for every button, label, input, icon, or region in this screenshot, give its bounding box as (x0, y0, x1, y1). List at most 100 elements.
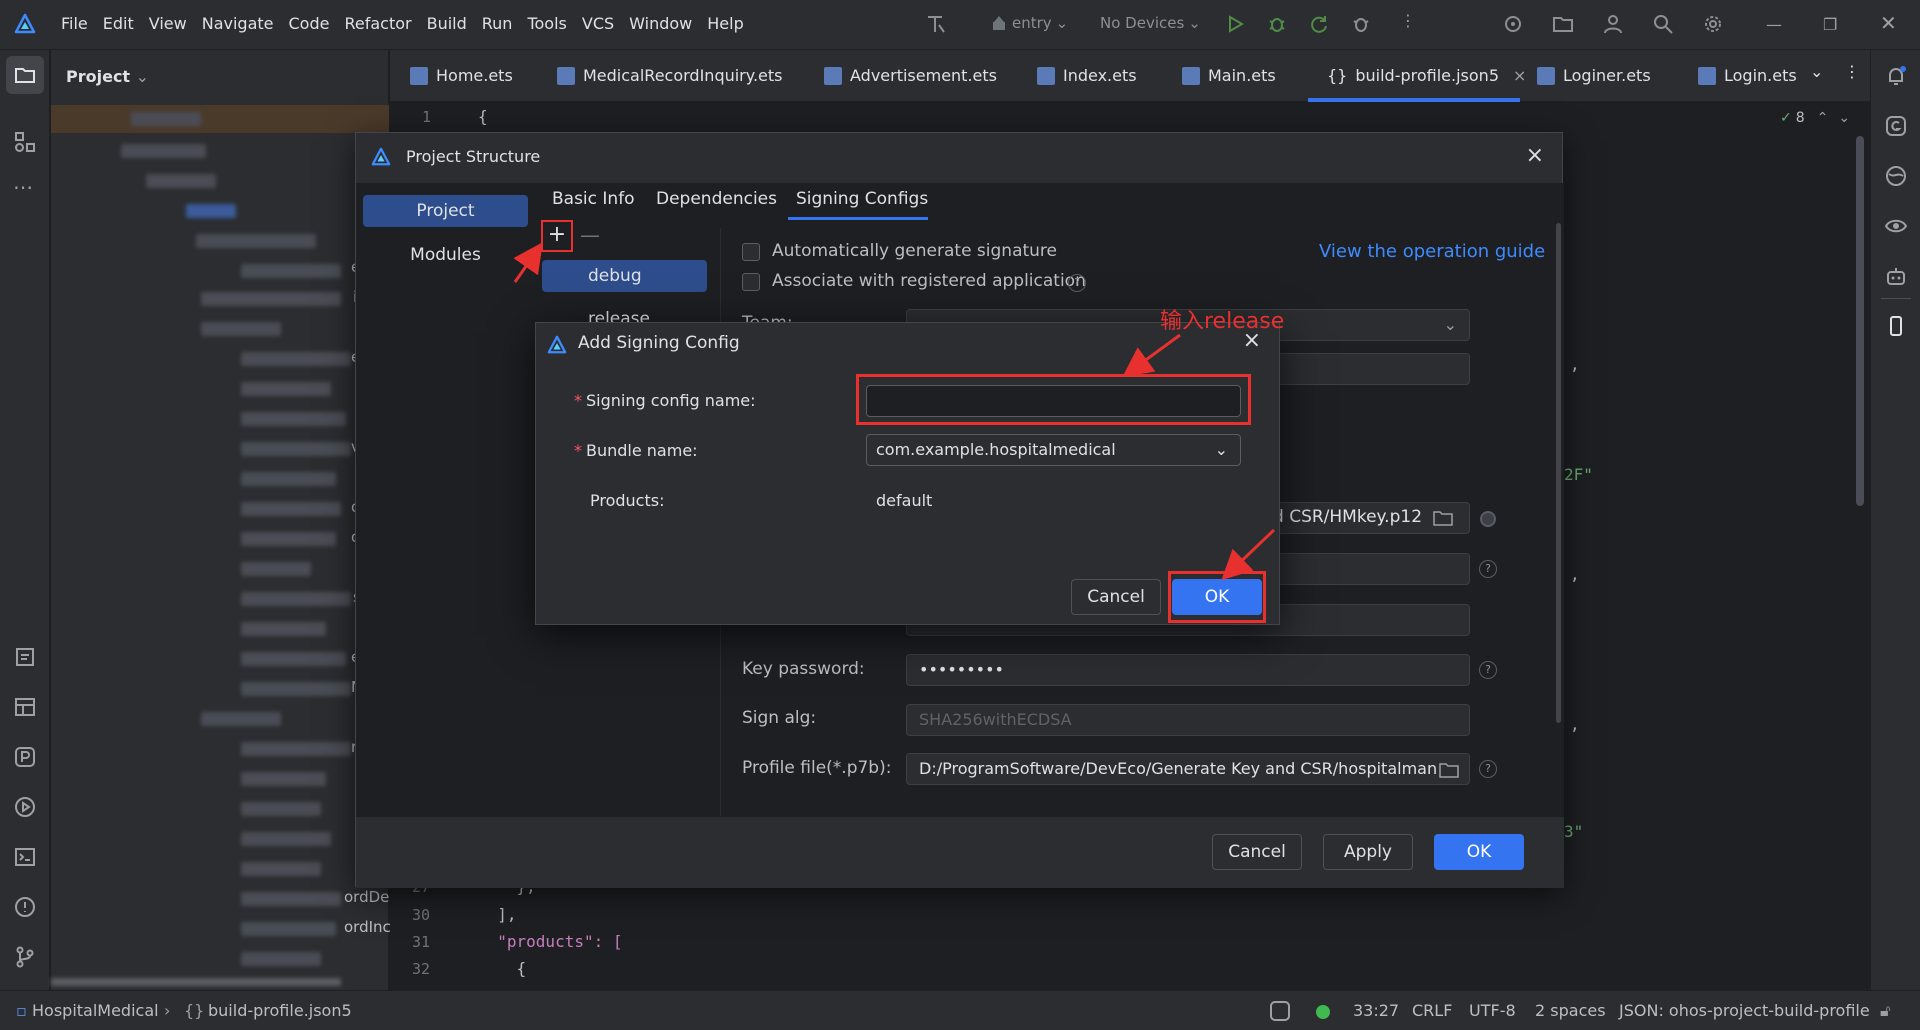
tree-item[interactable] (241, 652, 346, 666)
close-tab-icon[interactable]: × (1513, 66, 1526, 85)
apply-changes-icon[interactable] (1308, 13, 1330, 35)
profile-file-field[interactable]: D:/ProgramSoftware/DevEco/Generate Key a… (906, 753, 1470, 785)
tree-selected-row[interactable] (51, 105, 389, 133)
tree-item[interactable] (201, 292, 341, 306)
tree-item[interactable] (241, 592, 351, 606)
menu-code[interactable]: Code (289, 14, 330, 33)
file-encoding[interactable]: UTF-8 (1469, 1001, 1516, 1020)
tree-item[interactable] (241, 472, 336, 486)
menu-help[interactable]: Help (707, 14, 743, 33)
debug-icon[interactable] (1266, 13, 1288, 35)
assoc-app-checkbox[interactable] (742, 273, 760, 291)
tab-signing-configs[interactable]: Signing Configs (796, 189, 928, 209)
breadcrumb-file[interactable]: build-profile.json5 (208, 1001, 352, 1020)
previewer-eye-icon[interactable] (1884, 214, 1908, 238)
attach-debugger-icon[interactable] (1350, 13, 1372, 35)
close-icon[interactable]: × (1526, 143, 1544, 168)
tree-item[interactable] (241, 922, 336, 936)
signing-config-debug[interactable]: debug (542, 260, 707, 292)
help-icon[interactable]: ? (1479, 661, 1497, 679)
tab-more-icon[interactable]: ⋮ (1844, 62, 1860, 81)
search-icon[interactable] (1652, 13, 1674, 35)
tree-item[interactable] (186, 204, 236, 218)
services-icon[interactable] (13, 795, 37, 819)
json-schema[interactable]: JSON: ohos-project-build-profile (1619, 1001, 1870, 1020)
menu-file[interactable]: File (61, 14, 88, 33)
menu-view[interactable]: View (149, 14, 187, 33)
indent-setting[interactable]: 2 spaces (1535, 1001, 1606, 1020)
help-icon[interactable]: ? (1479, 760, 1497, 778)
tree-item[interactable] (196, 234, 316, 248)
notifications-icon[interactable] (1884, 64, 1908, 88)
menu-build[interactable]: Build (427, 14, 467, 33)
run-config-select[interactable]: entry ⌄ (990, 14, 1068, 32)
folder-icon[interactable] (1433, 509, 1453, 527)
tree-item[interactable] (241, 352, 351, 366)
key-password-field[interactable]: ••••••••• (906, 654, 1470, 686)
tree-item[interactable] (241, 862, 321, 876)
nav-modules[interactable]: Modules (363, 239, 528, 271)
tree-item[interactable] (241, 442, 351, 456)
menu-refactor[interactable]: Refactor (344, 14, 411, 33)
device-select[interactable]: No Devices ⌄ (1100, 14, 1201, 32)
more-tools-icon[interactable]: ⋯ (13, 175, 33, 199)
cancel-button[interactable]: Cancel (1212, 834, 1302, 870)
help-icon[interactable]: ? (1068, 274, 1086, 292)
tab-list-chevron-icon[interactable]: ⌄ (1810, 62, 1823, 81)
menu-window[interactable]: Window (629, 14, 692, 33)
bundle-name-select[interactable]: com.example.hospitalmedical ⌄ (866, 434, 1241, 466)
folder-icon[interactable] (1552, 13, 1574, 35)
folder-icon[interactable] (1439, 761, 1459, 779)
form-scrollbar[interactable] (1556, 223, 1561, 723)
project-folder-icon[interactable] (13, 63, 37, 87)
tree-item[interactable] (241, 562, 311, 576)
tree-item[interactable] (241, 622, 326, 636)
vertical-scrollbar[interactable] (1856, 136, 1864, 506)
tab-home-ets[interactable]: Home.ets (410, 66, 513, 85)
tree-item[interactable] (241, 532, 336, 546)
settings-sync-icon[interactable] (1502, 13, 1524, 35)
cursor-position[interactable]: 33:27 (1353, 1001, 1399, 1020)
fingerprint-icon[interactable] (1480, 511, 1496, 527)
operation-guide-link[interactable]: View the operation guide (1319, 241, 1545, 262)
problems-icon[interactable] (13, 895, 37, 919)
profiler-icon[interactable] (13, 745, 37, 769)
tab-basic-info[interactable]: Basic Info (552, 189, 635, 209)
tab-index-ets[interactable]: Index.ets (1037, 66, 1137, 85)
tree-item[interactable] (241, 264, 341, 278)
gear-icon[interactable] (1702, 13, 1724, 35)
breadcrumb-project[interactable]: HospitalMedical (32, 1001, 159, 1020)
lock-icon[interactable]: 🔓︎ (1880, 1001, 1890, 1021)
terminal-icon[interactable] (13, 845, 37, 869)
minimize-icon[interactable]: — (1766, 15, 1782, 34)
tab-build-profile[interactable]: {} build-profile.json5 × (1327, 66, 1526, 85)
tree-item[interactable] (201, 322, 281, 336)
codegenie-icon[interactable] (1884, 114, 1908, 138)
project-panel-header[interactable]: Project ⌄ (66, 67, 149, 86)
horizontal-scrollbar[interactable] (51, 978, 341, 986)
ok-button[interactable]: OK (1434, 834, 1524, 870)
line-separator[interactable]: CRLF (1412, 1001, 1452, 1020)
tree-item[interactable] (241, 892, 341, 906)
tree-item[interactable] (146, 174, 216, 188)
git-branch-icon[interactable] (13, 945, 37, 969)
tree-item[interactable] (241, 742, 351, 756)
assistant-robot-icon[interactable] (1884, 264, 1908, 288)
more-icon[interactable]: ⋮ (1400, 11, 1416, 30)
tab-advertisement[interactable]: Advertisement.ets (824, 66, 997, 85)
cancel-button[interactable]: Cancel (1071, 579, 1161, 615)
nav-project[interactable]: Project (363, 195, 528, 227)
help-icon[interactable]: ? (1479, 560, 1497, 578)
tree-item[interactable] (241, 682, 351, 696)
chevron-down-icon[interactable]: ⌄ (1838, 110, 1850, 126)
tab-loginer[interactable]: Loginer.ets (1537, 66, 1651, 85)
tree-item[interactable] (241, 832, 331, 846)
menu-tools[interactable]: Tools (527, 14, 566, 33)
menu-navigate[interactable]: Navigate (202, 14, 274, 33)
menu-edit[interactable]: Edit (103, 14, 134, 33)
todo-icon[interactable] (13, 645, 37, 669)
auto-sign-checkbox[interactable] (742, 243, 760, 261)
close-window-icon[interactable]: ✕ (1880, 11, 1897, 35)
tree-item[interactable] (131, 112, 201, 126)
tab-main-ets[interactable]: Main.ets (1182, 66, 1276, 85)
